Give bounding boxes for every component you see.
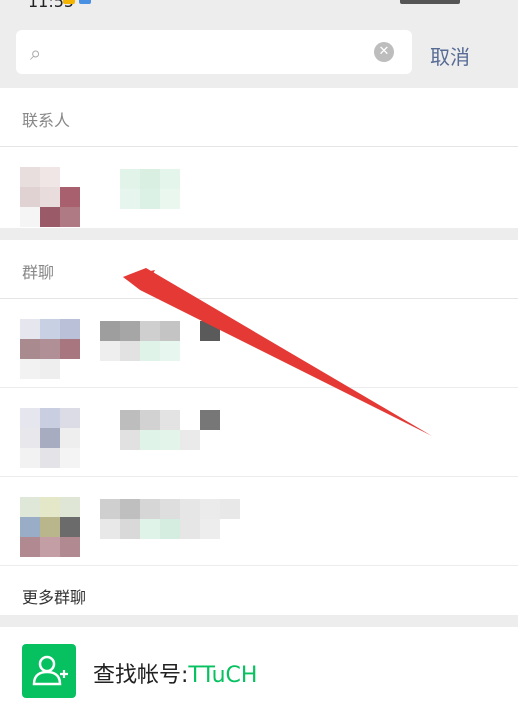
contact-row[interactable] [0,147,518,235]
search-row: ⌕ ✕ 取消 [0,24,518,84]
status-bar: 11:55 [0,0,518,20]
contact-name-blurred [100,169,260,209]
group-name-blurred [100,410,260,450]
group-chats-section: 群聊 更多群聊 [0,240,518,615]
contacts-section: 联系人 [0,88,518,228]
group-chats-label: 群聊 [22,263,55,282]
find-account-row[interactable]: 查找帐号:TTuCH [0,627,518,717]
group-chat-row[interactable] [0,388,518,477]
avatar [20,497,80,557]
avatar [20,319,80,379]
contacts-label: 联系人 [22,111,71,130]
avatar [20,408,80,468]
group-chat-row[interactable] [0,299,518,388]
search-icon: ⌕ [30,41,42,65]
group-chats-header: 群聊 [0,240,518,299]
find-account-id: TTuCH [188,663,258,688]
status-notification-icons [63,0,91,4]
add-user-icon [22,644,76,698]
group-name-blurred [100,499,260,539]
search-box[interactable]: ⌕ ✕ [16,30,412,76]
more-groups-link[interactable]: 更多群聊 [0,566,518,624]
clear-icon[interactable]: ✕ [374,42,394,62]
find-account-prefix: 查找帐号: [93,663,189,688]
find-account-label: 查找帐号:TTuCH [93,657,257,689]
cancel-button[interactable]: 取消 [430,41,470,70]
group-chat-row[interactable] [0,477,518,566]
contacts-header: 联系人 [0,88,518,147]
status-system-icons [400,0,460,4]
search-input[interactable] [60,30,364,76]
avatar [20,167,80,227]
group-name-blurred [100,321,260,361]
more-groups-label: 更多群聊 [22,588,87,607]
